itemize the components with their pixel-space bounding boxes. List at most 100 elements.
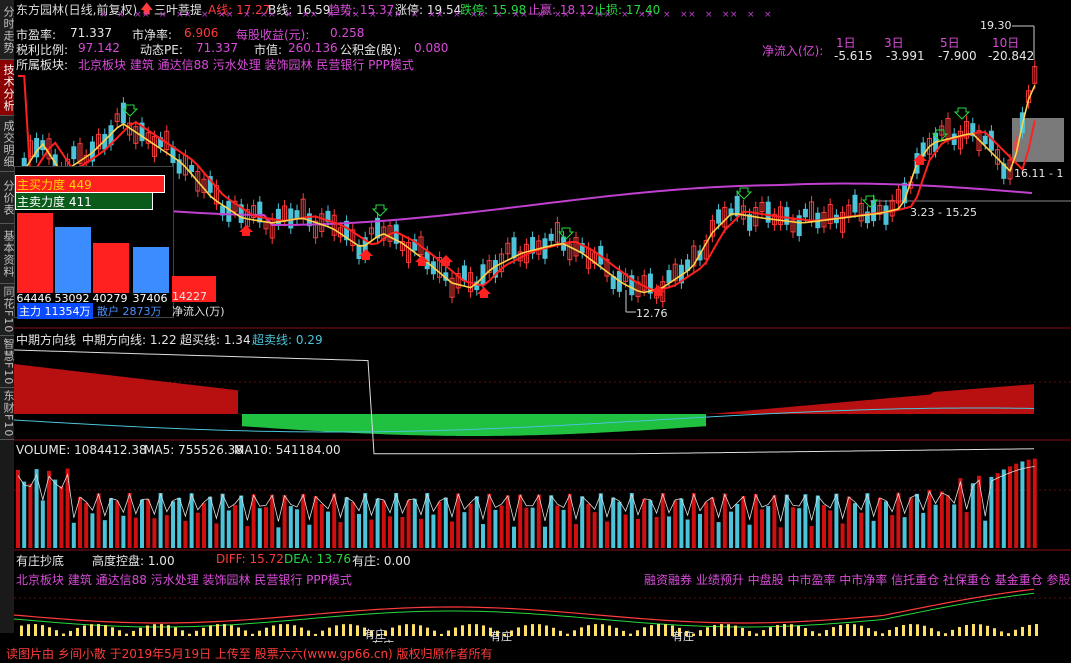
candle-body [734,195,740,217]
ind2-bar [335,625,338,636]
volume-bar [146,499,151,548]
volume-bar [239,495,244,548]
candle-body [120,102,126,124]
volume-bar [822,505,826,548]
ind2-bar [958,626,961,636]
volume-bar [667,516,671,548]
ind2-bar [153,624,156,636]
volume-bar [660,493,665,548]
ind2-bar [615,627,618,636]
ind2-bar [1035,624,1038,636]
kline-chart-area[interactable]: × × × × × × × × × × × × × × × × × × × × × × × × × × × × × × × × × × × × × × × ×… [0,0,1071,643]
volume-bar [22,481,27,548]
signal-x-mark: × [310,10,318,20]
ind2-bar [636,630,639,636]
ind2-bar [867,628,870,636]
volume-bar [357,513,361,548]
ind2-bar [139,627,142,636]
ind2-bar [27,624,30,636]
ind2-bar [531,624,534,636]
volume-bar [642,498,647,548]
volume-bar [828,510,833,548]
ind2-bar [132,630,135,636]
ind2-bar [55,630,58,636]
signal-x-mark: × [142,10,150,20]
ind2-sector-tags[interactable]: 北京板块 建筑 通达信88 污水处理 装饰园林 民营银行 PPP模式 [16,571,352,588]
volume-bar [890,515,895,548]
ind2-bar [1007,633,1010,636]
signal-x-mark: × [117,10,125,20]
force-num-5: 14227 [172,290,207,303]
volume-bar [208,496,213,548]
ind2-bar [62,633,65,636]
ind2-bar [167,625,170,636]
low-price-label: 12.76 [636,307,668,320]
volume-bar [307,524,312,548]
volume-bar [617,501,622,548]
ind2-bar [538,624,541,636]
signal-x-mark: × [705,10,713,20]
volume-bar [574,524,578,548]
volume-bar [747,524,752,548]
signal-x-mark: × [730,10,738,20]
volume-bar [1032,458,1037,548]
volume-bar [877,497,882,548]
volume-bar [363,493,368,548]
ind2-bar [923,625,926,636]
ind2-name: 有庄抄底 [16,554,65,568]
signal-x-mark: × [218,10,226,20]
ind1-oversell: 超卖线: 0.29 [252,333,323,347]
ind2-bar [83,625,86,636]
volume-bar [102,520,107,548]
ind2-bar [944,633,947,636]
candle-body [982,135,988,145]
volume-bar [698,513,702,548]
ind2-bar [300,627,303,636]
ind2-bar [34,624,37,636]
volume-bar [319,504,324,548]
buy-signal-arrow-icon [371,204,389,217]
volume-bar [896,492,901,548]
candle-body [257,201,263,223]
signal-x-mark: × [554,10,562,20]
volume-bar [264,507,268,548]
volume-bar [493,509,498,548]
candle-body [170,146,176,163]
ind2-bar [20,625,23,636]
volume-bar [735,504,740,548]
candle-body [71,146,77,160]
ind1-area-positive [14,364,238,414]
candle-body [666,270,672,283]
ind2-bar [279,624,282,636]
volume-bar [729,511,733,548]
footer: 读图片由 乡间小散 于2019年5月19日 上传至 股票六六(www.gp66.… [0,643,1071,663]
ind2-bar [209,625,212,636]
volume-bar [326,511,330,548]
ind2-bar [916,624,919,636]
volume-bar [952,504,957,548]
volume-label: VOLUME: 1084412.38 [16,443,147,457]
ind2-bar [307,630,310,636]
volume-bar [530,507,535,548]
volume-bar [840,523,845,548]
ind2-bar [174,627,177,636]
force-col-3 [93,243,129,293]
ind2-concept-tags[interactable]: 融资融券 业绩预升 中盘股 中市盈率 中市净率 信托重仓 社保重仓 基金重仓 参… [644,571,1071,588]
ind2-bar [881,633,884,636]
signal-x-mark: × [621,10,629,20]
volume-bar [871,520,876,548]
volume-bar [499,505,504,548]
volume-bar [505,495,510,548]
volume-bar [40,500,45,548]
ind2-bar [447,630,450,636]
volume-bar [964,512,969,548]
volume-bar [369,519,374,548]
ind2-diff: DIFF: 15.72 [216,552,284,566]
volume-bar [332,493,337,548]
ind2-bar [202,627,205,636]
volume-bar [815,495,820,548]
signal-x-mark: × [596,10,604,20]
volume-bar [722,493,727,548]
ind2-bar [41,625,44,636]
volume-bar [524,507,529,548]
